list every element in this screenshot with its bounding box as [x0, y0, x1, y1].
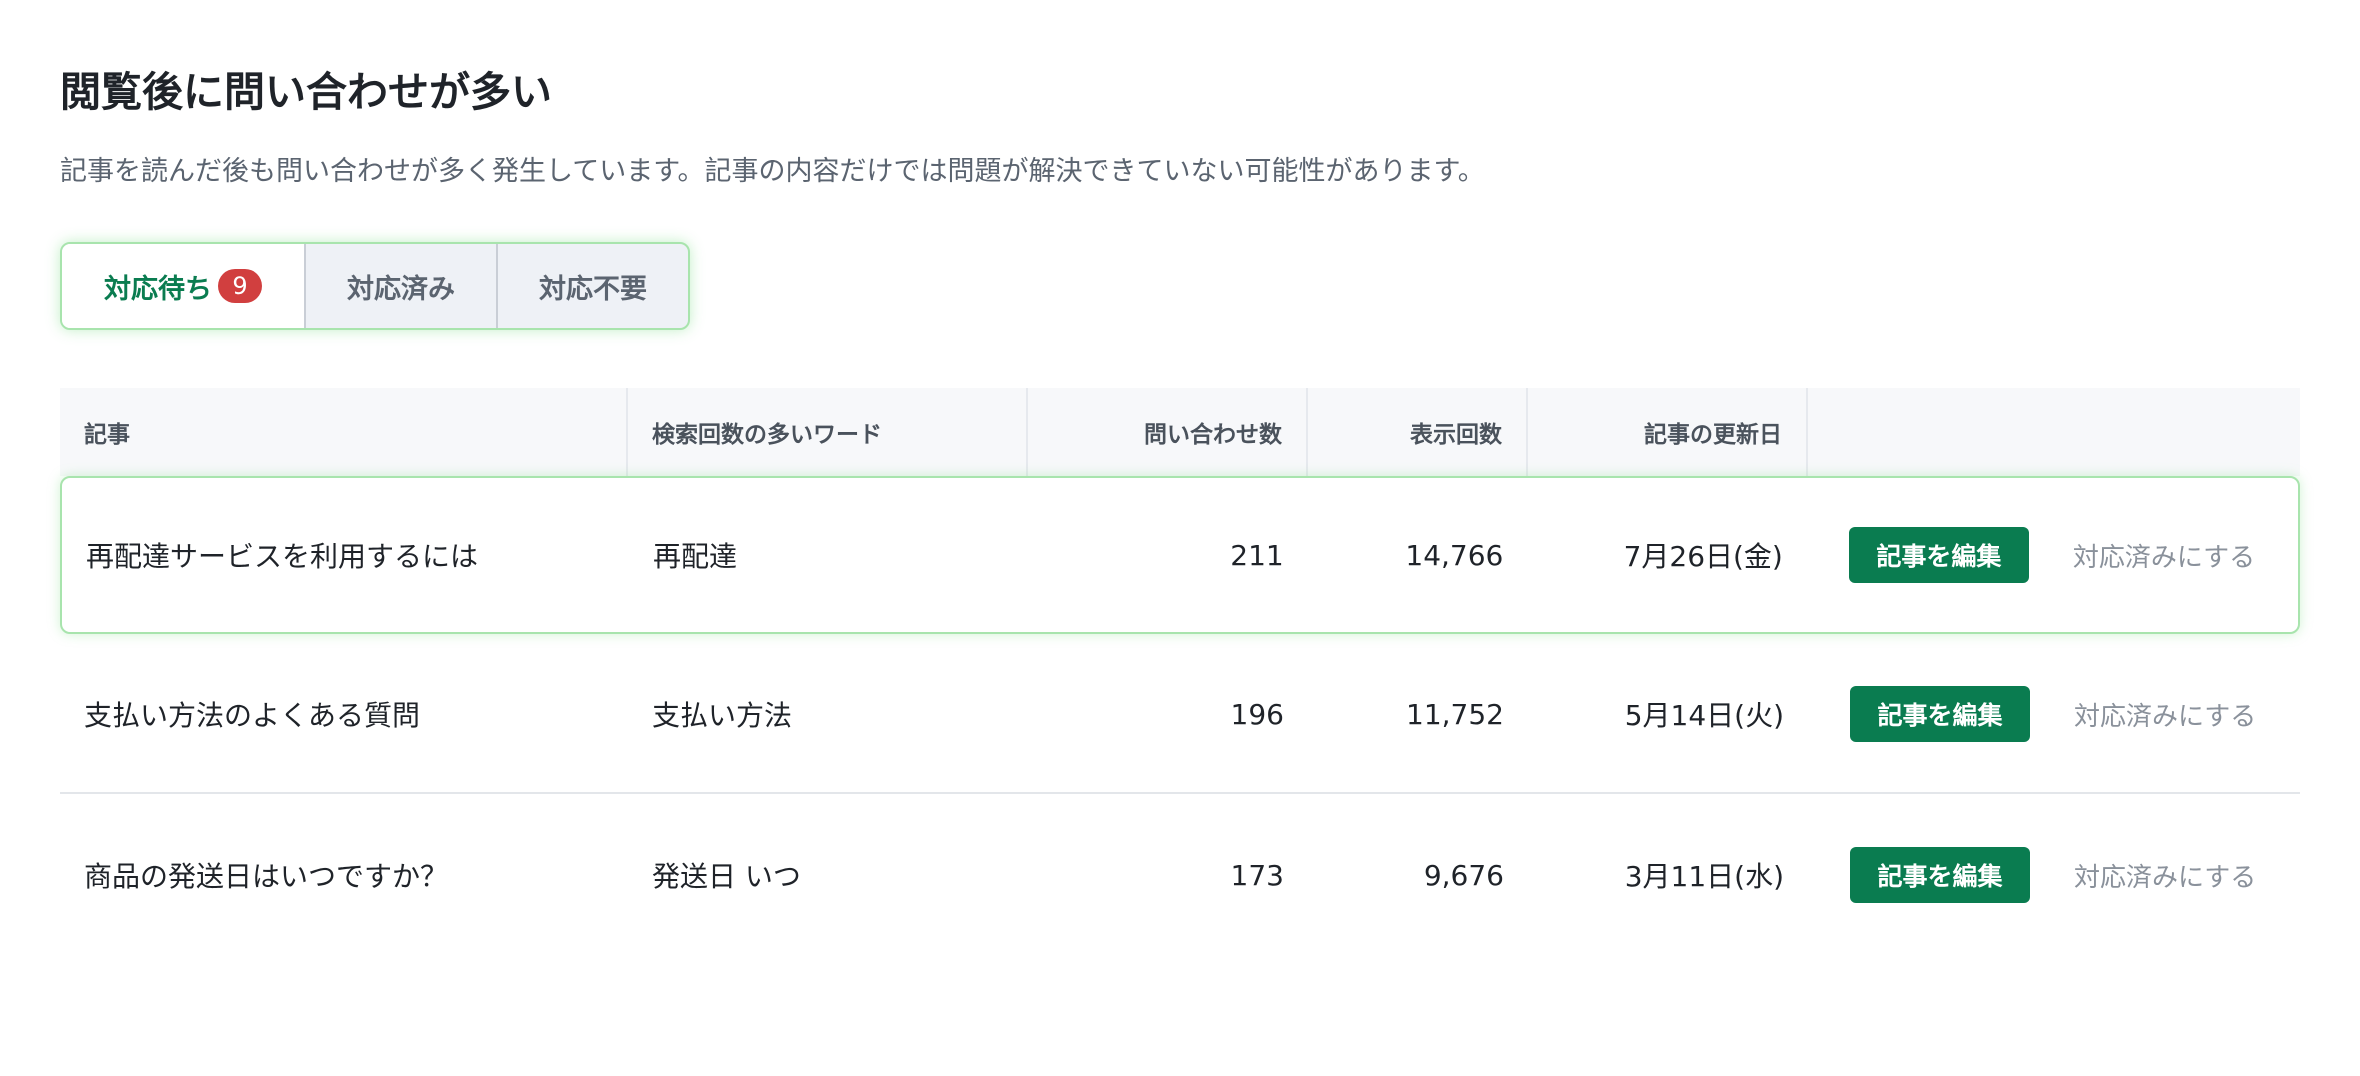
tab-not-needed[interactable]: 対応不要 [496, 244, 688, 328]
top-keyword: 支払い方法 [652, 699, 793, 732]
article-title: 支払い方法のよくある質問 [84, 699, 421, 732]
row-actions: 記事を編集 対応済みにする [1808, 686, 2300, 742]
tab-resolved[interactable]: 対応済み [304, 244, 496, 328]
inquiry-count: 211 [1230, 538, 1284, 572]
updated-date: 7月26日(金) [1623, 540, 1783, 573]
inquiry-count: 196 [1230, 697, 1284, 731]
table-row: 商品の発送日はいつですか？ 発送日 いつ 173 9,676 3月11日(水) … [60, 796, 2300, 954]
column-header-actions [1808, 388, 2300, 476]
column-header-article: 記事 [60, 388, 628, 476]
mark-resolved-link[interactable]: 対応済みにする [2074, 696, 2256, 733]
updated-date: 3月11日(水) [1624, 860, 1784, 893]
article-title: 再配達サービスを利用するには [86, 540, 479, 573]
article-title: 商品の発送日はいつですか？ [84, 860, 449, 893]
row-actions: 記事を編集 対応済みにする [1807, 527, 2298, 583]
tab-not-needed-label: 対応不要 [539, 273, 647, 305]
edit-article-button[interactable]: 記事を編集 [1848, 527, 2029, 583]
column-header-inquiries: 問い合わせ数 [1028, 388, 1308, 476]
view-count: 11,752 [1406, 697, 1504, 731]
view-count: 14,766 [1405, 538, 1504, 572]
tab-pending[interactable]: 対応待ち 9 [62, 244, 304, 328]
tab-pending-label: 対応待ち [104, 273, 212, 305]
view-count: 9,676 [1423, 858, 1504, 892]
column-header-keyword: 検索回数の多いワード [628, 388, 1028, 476]
table-row: 支払い方法のよくある質問 支払い方法 196 11,752 5月14日(火) 記… [60, 636, 2300, 794]
edit-article-button[interactable]: 記事を編集 [1850, 686, 2030, 742]
page-title: 閲覧後に問い合わせが多い [60, 68, 552, 116]
page-description: 記事を読んだ後も問い合わせが多く発生しています。記事の内容だけでは問題が解決でき… [60, 156, 1485, 187]
tab-resolved-label: 対応済み [347, 273, 455, 305]
edit-article-button[interactable]: 記事を編集 [1850, 847, 2030, 903]
top-keyword: 発送日 いつ [652, 860, 801, 893]
mark-resolved-link[interactable]: 対応済みにする [2074, 857, 2256, 894]
top-keyword: 再配達 [652, 540, 737, 573]
row-actions: 記事を編集 対応済みにする [1808, 847, 2300, 903]
column-header-updated: 記事の更新日 [1528, 388, 1808, 476]
pending-count-badge: 9 [218, 269, 262, 303]
table-header: 記事 検索回数の多いワード 問い合わせ数 表示回数 記事の更新日 [60, 388, 2300, 476]
column-header-views: 表示回数 [1308, 388, 1528, 476]
updated-date: 5月14日(火) [1624, 699, 1784, 732]
status-tabs: 対応待ち 9 対応済み 対応不要 [60, 242, 690, 330]
inquiry-count: 173 [1230, 858, 1284, 892]
table-row: 再配達サービスを利用するには 再配達 211 14,766 7月26日(金) 記… [60, 476, 2300, 634]
mark-resolved-link[interactable]: 対応済みにする [2073, 537, 2255, 574]
